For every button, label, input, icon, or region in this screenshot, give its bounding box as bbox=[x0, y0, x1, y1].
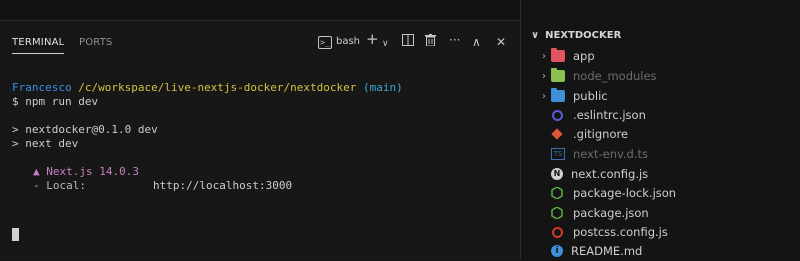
eslint-icon bbox=[552, 109, 563, 121]
tree-item-label: public bbox=[573, 89, 608, 103]
tree-folder-app[interactable]: › app bbox=[521, 46, 800, 66]
chevron-up-icon[interactable]: ∧ bbox=[472, 34, 481, 50]
more-icon[interactable]: ··· bbox=[449, 32, 460, 48]
tree-item-label: next-env.d.ts bbox=[573, 147, 649, 161]
tree-item-label: postcss.config.js bbox=[573, 225, 668, 239]
explorer-header[interactable]: ∨ NEXTDOCKER bbox=[531, 30, 621, 41]
chevron-down-icon[interactable]: ∨ bbox=[382, 36, 389, 52]
terminal-icon: >_ bbox=[318, 35, 332, 49]
local-label: - Local: bbox=[33, 179, 86, 192]
explorer-title: NEXTDOCKER bbox=[545, 30, 622, 41]
folder-icon bbox=[551, 88, 565, 102]
next-icon: N bbox=[551, 168, 563, 180]
tab-ports[interactable]: PORTS bbox=[79, 37, 113, 48]
tree-file-readme[interactable]: i README.md bbox=[521, 241, 800, 261]
chevron-right-icon: › bbox=[542, 70, 546, 82]
terminal-profile-label: bash bbox=[336, 36, 361, 47]
git-icon bbox=[551, 128, 565, 140]
command-line: $ npm run dev bbox=[12, 95, 99, 108]
tree-item-label: .eslintrc.json bbox=[573, 108, 646, 122]
terminal-panel: TERMINAL PORTS >_ bash + ∨ ··· ∧ ✕ Franc… bbox=[0, 20, 520, 260]
tree-item-label: app bbox=[573, 49, 595, 63]
tree-item-label: README.md bbox=[571, 244, 643, 258]
prompt-user: Francesco bbox=[12, 81, 72, 94]
local-url[interactable]: http://localhost:3000 bbox=[153, 179, 292, 193]
node-icon bbox=[551, 186, 565, 200]
tree-file-package-json[interactable]: package.json bbox=[521, 203, 800, 223]
output-line: > next dev bbox=[12, 137, 79, 150]
terminal-profile-button[interactable]: >_ bash bbox=[318, 34, 360, 50]
tree-file-next-config[interactable]: N next.config.js bbox=[521, 164, 800, 184]
typescript-icon: TS bbox=[551, 148, 565, 160]
tree-file-package-lock[interactable]: package-lock.json bbox=[521, 183, 800, 203]
tree-folder-public[interactable]: › public bbox=[521, 86, 800, 106]
tab-terminal[interactable]: TERMINAL bbox=[12, 37, 65, 54]
tree-file-gitignore[interactable]: .gitignore bbox=[521, 124, 800, 144]
close-icon[interactable]: ✕ bbox=[496, 34, 506, 50]
folder-icon bbox=[551, 48, 565, 62]
tree-item-label: package.json bbox=[573, 206, 649, 220]
trash-icon[interactable] bbox=[425, 34, 436, 50]
chevron-right-icon: › bbox=[542, 50, 546, 62]
prompt-branch: (main) bbox=[363, 81, 403, 94]
split-icon[interactable] bbox=[402, 34, 414, 50]
plus-icon[interactable]: + bbox=[366, 31, 379, 47]
output-line: > nextdocker@0.1.0 dev bbox=[12, 123, 158, 136]
terminal-cursor bbox=[12, 228, 19, 241]
tree-file-next-env[interactable]: TS next-env.d.ts bbox=[521, 144, 800, 164]
tree-item-label: node_modules bbox=[573, 69, 657, 83]
folder-icon bbox=[551, 68, 565, 82]
next-banner-line: ▲ Next.js 14.0.3 bbox=[33, 165, 139, 179]
editor-top-strip bbox=[0, 0, 520, 20]
triangle-icon: ▲ bbox=[33, 165, 40, 178]
chevron-right-icon: › bbox=[542, 90, 546, 102]
chevron-down-icon: ∨ bbox=[531, 30, 540, 41]
next-version: Next.js 14.0.3 bbox=[46, 165, 139, 178]
tree-item-label: package-lock.json bbox=[573, 186, 677, 200]
tree-item-label: next.config.js bbox=[571, 167, 649, 181]
postcss-icon bbox=[552, 226, 563, 238]
prompt-path: /c/workspace/live-nextjs-docker/nextdock… bbox=[78, 81, 357, 94]
terminal-output[interactable]: Francesco /c/workspace/live-nextjs-docke… bbox=[0, 65, 520, 260]
tree-folder-node-modules[interactable]: › node_modules bbox=[521, 66, 800, 86]
prompt-line: Francesco /c/workspace/live-nextjs-docke… bbox=[12, 81, 403, 95]
info-icon: i bbox=[551, 245, 563, 257]
tree-item-label: .gitignore bbox=[573, 127, 629, 141]
panel-tabs: TERMINAL PORTS >_ bash + ∨ ··· ∧ ✕ bbox=[0, 21, 520, 65]
node-icon bbox=[551, 206, 565, 220]
tree-file-eslintrc[interactable]: .eslintrc.json bbox=[521, 105, 800, 125]
tree-file-postcss-config[interactable]: postcss.config.js bbox=[521, 222, 800, 242]
explorer-sidebar: ∨ NEXTDOCKER › app › node_modules › publ… bbox=[521, 0, 800, 259]
